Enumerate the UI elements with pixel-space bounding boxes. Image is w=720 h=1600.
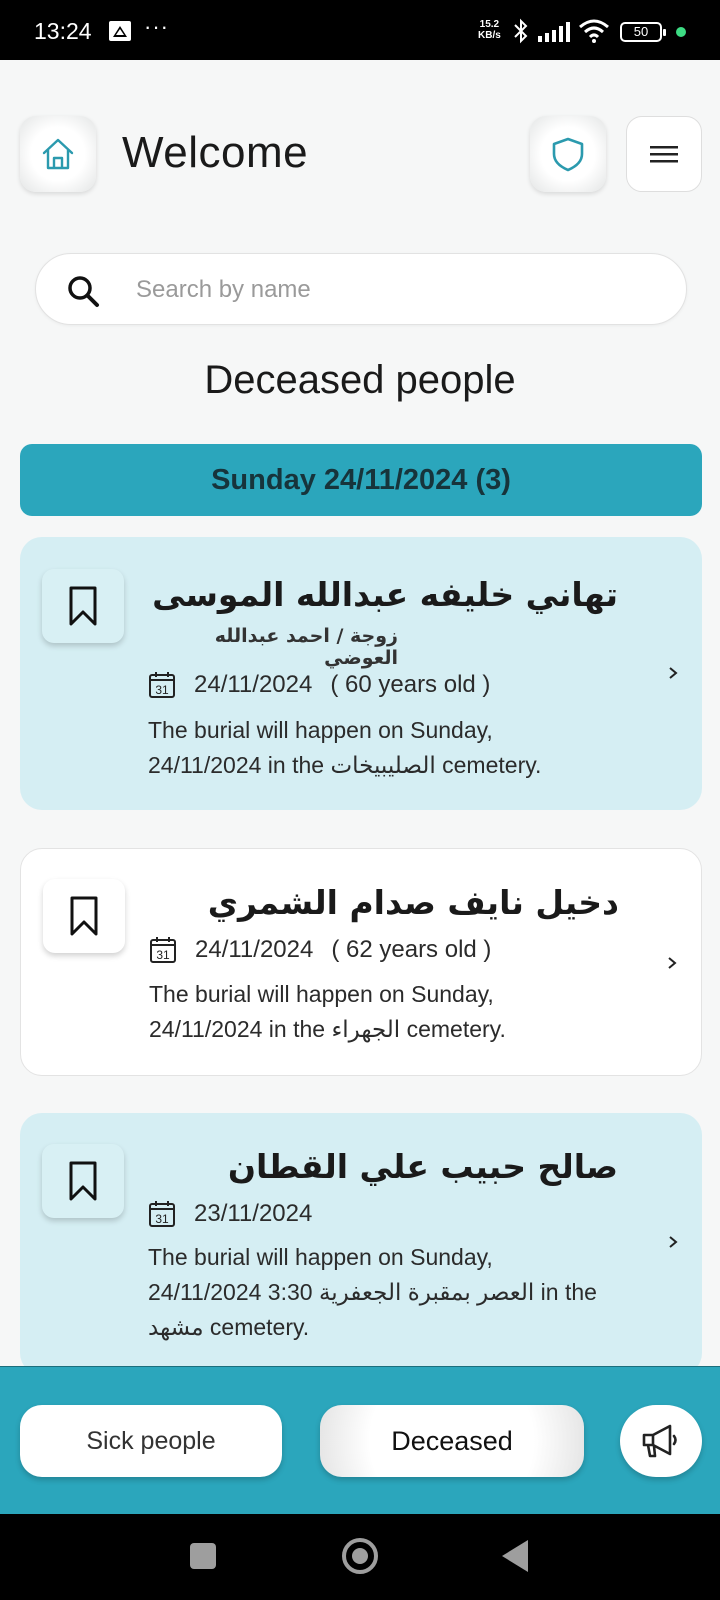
announcement-button[interactable]: [620, 1405, 702, 1477]
home-nav-button[interactable]: [342, 1538, 378, 1574]
bookmark-icon: [70, 896, 98, 936]
bookmark-button[interactable]: [42, 569, 124, 643]
privacy-indicator-dot: [676, 27, 686, 37]
calendar-icon: 31: [149, 672, 175, 698]
burial-line: The burial will happen on Sunday,: [149, 981, 494, 1007]
signal-icon: [538, 22, 570, 42]
network-speed: 15.2 KB/s: [478, 19, 501, 41]
death-date: 24/11/2024: [195, 936, 314, 963]
chevron-right-icon: [668, 957, 677, 969]
bookmark-icon: [69, 586, 97, 626]
age: ( 62 years old ): [331, 936, 492, 963]
system-navigation-bar: [0, 1514, 720, 1600]
svg-text:31: 31: [155, 1212, 169, 1226]
calendar-icon: 31: [150, 937, 176, 963]
status-bar: 13:24 ··· 15.2 KB/s 50: [0, 0, 720, 60]
deceased-card[interactable]: تهاني خليفه عبدالله الموسى زوجة / احمد ع…: [20, 537, 702, 810]
date-row: 31 23/11/2024: [148, 1199, 312, 1229]
calendar-icon: 31: [149, 1201, 175, 1227]
search-icon: [68, 276, 99, 307]
deceased-name: صالح حبيب علي القطان: [227, 1147, 618, 1186]
hamburger-menu-icon: [650, 146, 678, 163]
tab-sick-people[interactable]: Sick people: [20, 1405, 282, 1477]
bluetooth-icon: [514, 18, 528, 44]
deceased-name: تهاني خليفه عبدالله الموسى: [152, 575, 618, 614]
burial-line: 24/11/2024 in the الجهراء cemetery.: [149, 1016, 506, 1042]
search-bar[interactable]: [35, 253, 687, 325]
burial-info: The burial will happen on Sunday, 24/11/…: [148, 713, 648, 783]
back-button[interactable]: [502, 1540, 528, 1572]
home-icon: [42, 138, 74, 170]
death-date: 24/11/2024: [194, 671, 313, 698]
day-group-header[interactable]: Sunday 24/11/2024 (3): [20, 444, 702, 516]
burial-line: 24/11/2024 3:30 العصر بمقبرة الجعفرية in…: [148, 1279, 597, 1305]
tab-deceased[interactable]: Deceased: [320, 1405, 584, 1477]
megaphone-icon: [642, 1424, 677, 1458]
wifi-icon: [579, 19, 609, 43]
deceased-card[interactable]: صالح حبيب علي القطان 31 23/11/2024 The b…: [20, 1113, 702, 1375]
more-notifications-icon: ···: [144, 14, 169, 39]
bookmark-button[interactable]: [42, 1144, 124, 1218]
death-date: 23/11/2024: [194, 1200, 313, 1227]
deceased-name: دخيل نايف صدام الشمري: [207, 883, 619, 922]
chevron-right-icon: [669, 1236, 678, 1248]
network-speed-value: 15.2: [479, 19, 500, 30]
burial-line: 24/11/2024 in the الصليبيخات cemetery.: [148, 752, 542, 778]
section-title: Deceased people: [204, 358, 516, 402]
home-button[interactable]: [20, 116, 96, 192]
network-speed-unit: KB/s: [478, 30, 501, 41]
notification-app-icon: [109, 21, 131, 41]
svg-text:31: 31: [156, 948, 170, 962]
shield-icon: [552, 137, 584, 172]
burial-line: The burial will happen on Sunday,: [148, 717, 493, 743]
battery-icon: 50: [620, 22, 666, 42]
date-row: 31 24/11/2024 ( 60 years old ): [148, 670, 490, 700]
menu-button[interactable]: [626, 116, 702, 192]
burial-info: The burial will happen on Sunday, 24/11/…: [148, 1240, 648, 1345]
status-time: 13:24: [34, 18, 92, 44]
bookmark-icon: [69, 1161, 97, 1201]
date-row: 31 24/11/2024 ( 62 years old ): [149, 935, 491, 965]
svg-text:31: 31: [155, 683, 169, 697]
recent-apps-button[interactable]: [190, 1543, 216, 1569]
age: ( 60 years old ): [330, 671, 491, 698]
search-input[interactable]: [136, 272, 656, 308]
chevron-right-icon: [669, 667, 678, 679]
page-title: Welcome: [122, 128, 309, 177]
burial-line: مشهد cemetery.: [148, 1314, 310, 1340]
shield-button[interactable]: [530, 116, 606, 192]
burial-line: The burial will happen on Sunday,: [148, 1244, 493, 1270]
burial-info: The burial will happen on Sunday, 24/11/…: [149, 977, 649, 1047]
bookmark-button[interactable]: [43, 879, 125, 953]
deceased-relation: زوجة / احمد عبدالله العوضي: [214, 625, 398, 669]
deceased-card[interactable]: دخيل نايف صدام الشمري 31 24/11/2024 ( 62…: [20, 848, 702, 1076]
bottom-navigation: Sick people Deceased: [0, 1366, 720, 1514]
